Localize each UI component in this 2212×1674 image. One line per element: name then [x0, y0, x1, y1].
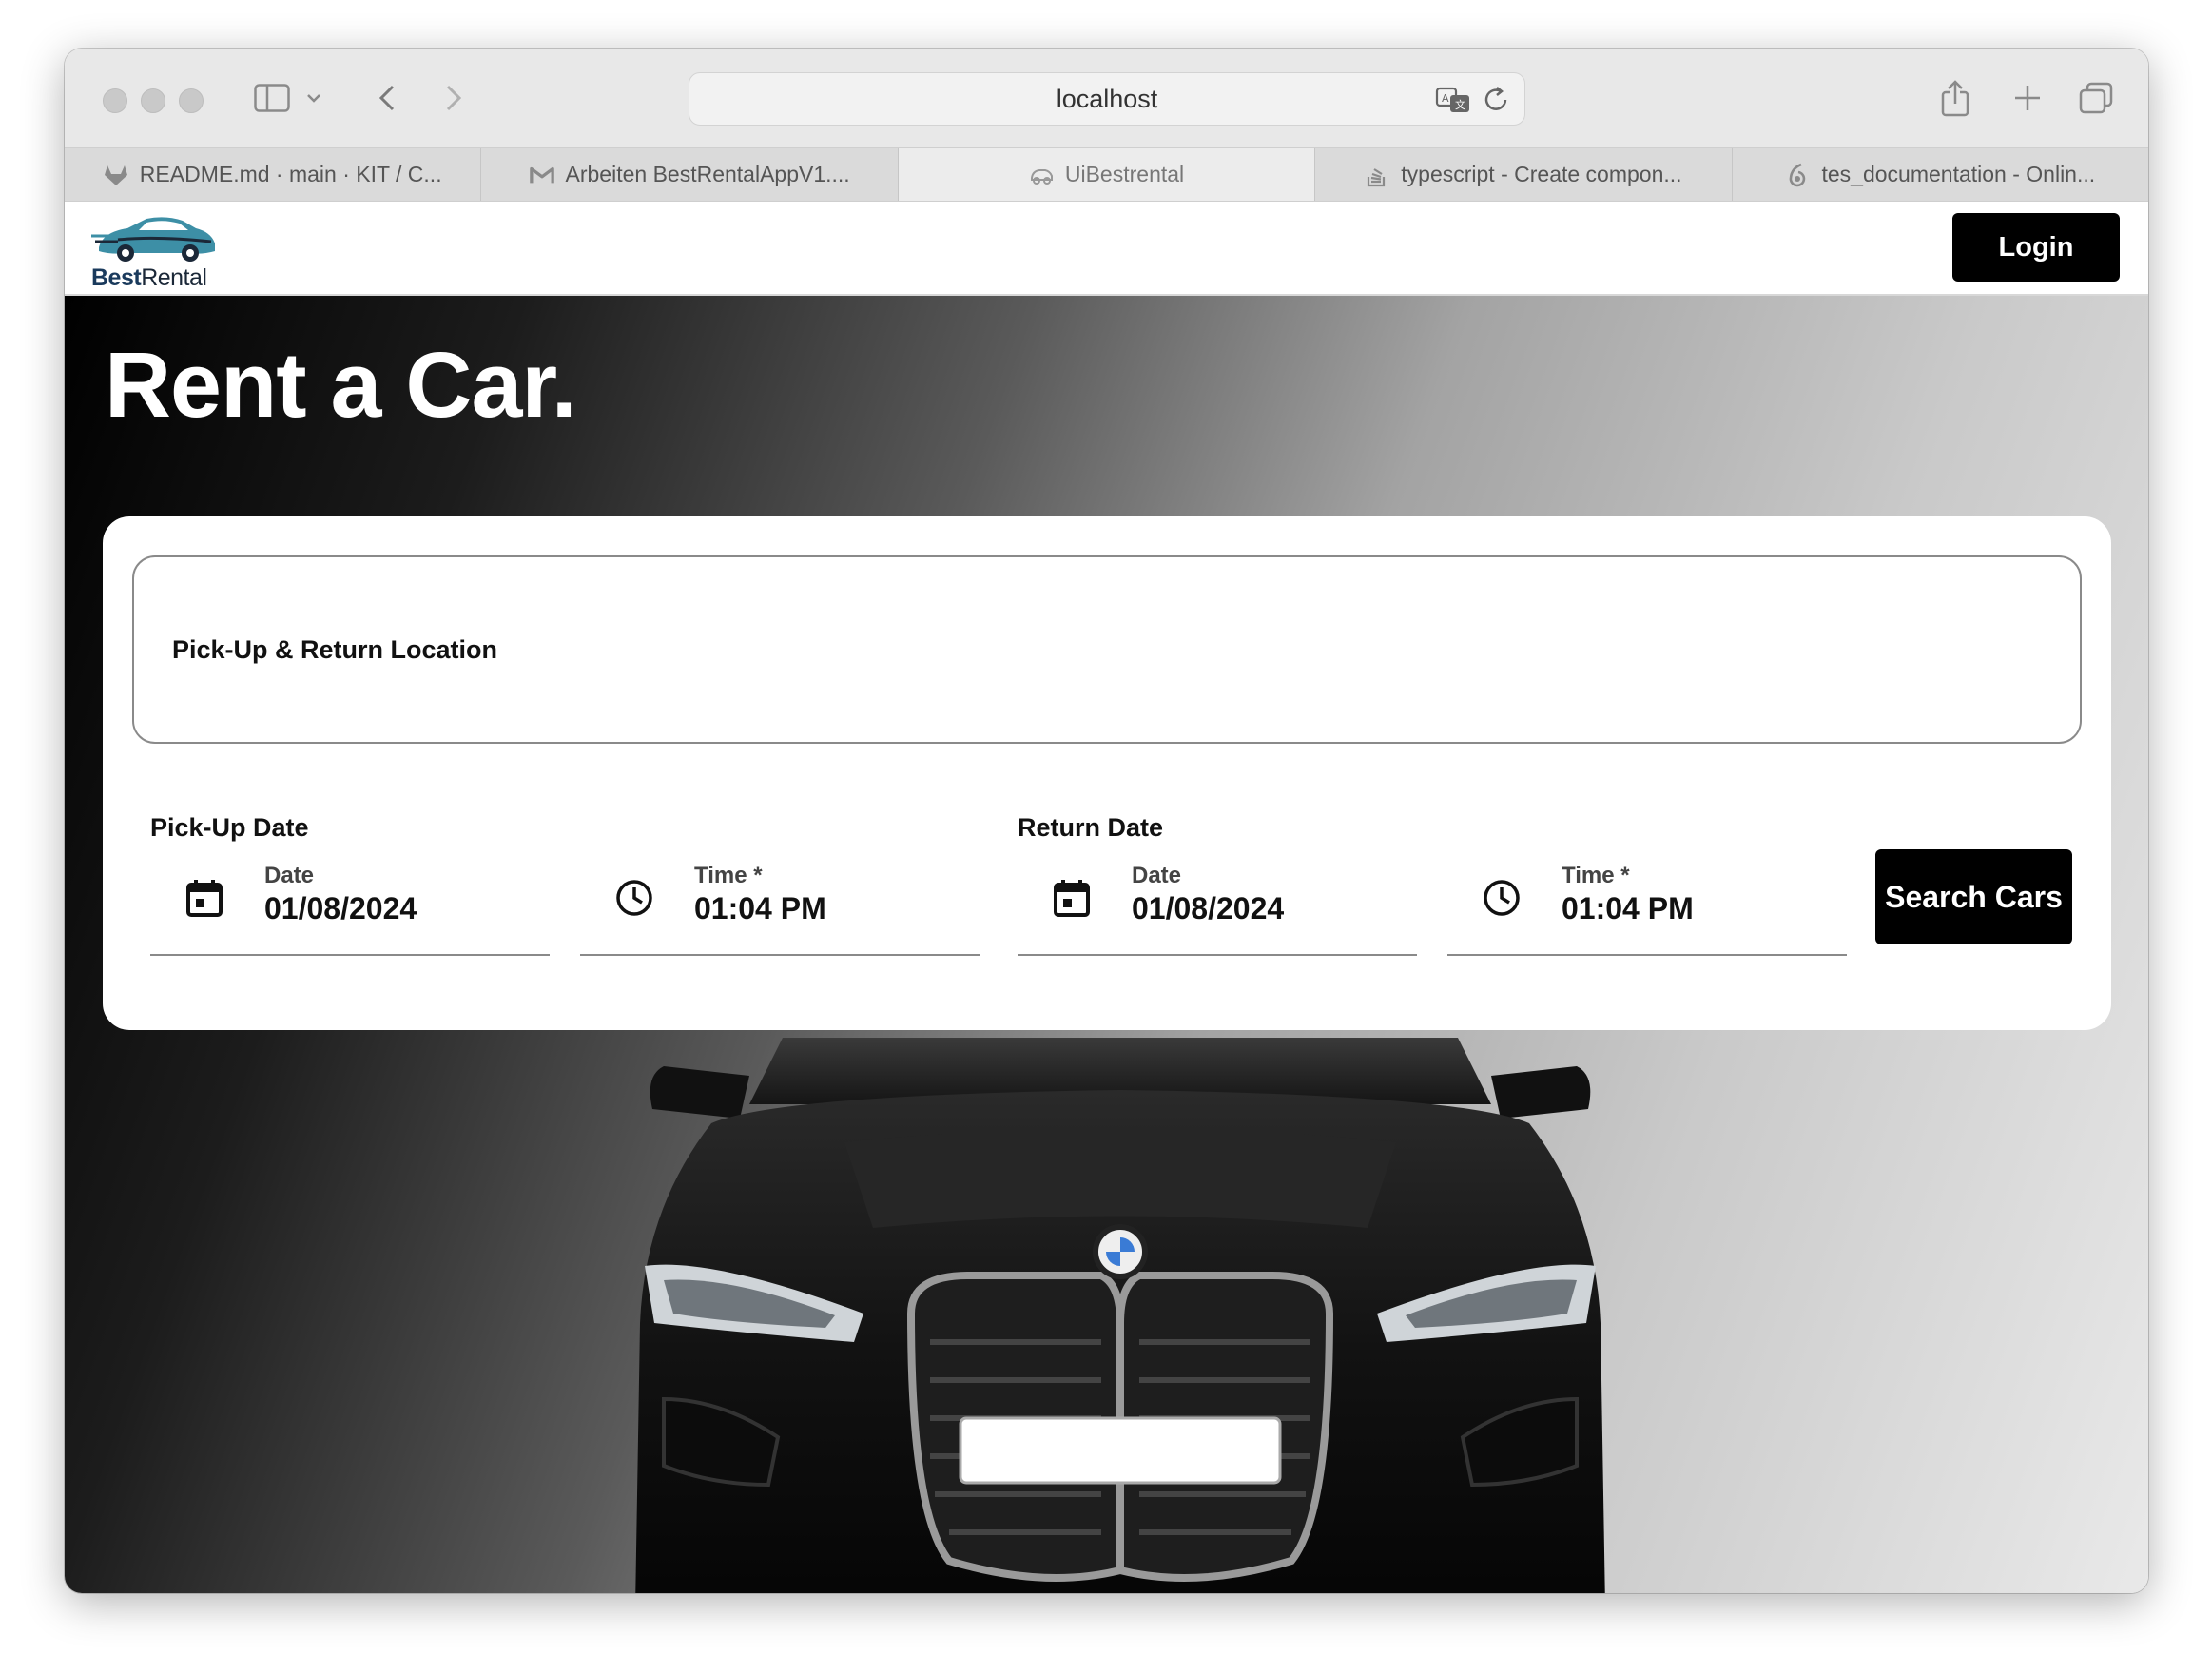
login-button[interactable]: Login	[1952, 213, 2120, 282]
gitlab-icon	[104, 163, 128, 187]
tab-label: UiBestrental	[1064, 162, 1185, 186]
minimize-window-button[interactable]	[141, 88, 165, 113]
close-window-button[interactable]	[103, 88, 127, 113]
logo-wordmark: BestRental	[91, 264, 207, 292]
search-card: Pick-Up & Return Location Pick-Up Date R…	[103, 516, 2111, 1030]
translate-icon[interactable]: A文	[1435, 85, 1473, 122]
svg-text:A: A	[1442, 92, 1449, 105]
pickup-date-field[interactable]: Date 01/08/2024	[150, 849, 550, 956]
tab-typescript[interactable]: typescript - Create compon...	[1315, 148, 1733, 201]
tab-bar: README.md · main · KIT / C... Arbeiten B…	[65, 147, 2148, 202]
app-favicon-icon	[1029, 163, 1054, 187]
tab-label: README.md · main · KIT / C...	[139, 162, 442, 186]
sidebar-toggle-icon[interactable]	[251, 75, 293, 121]
hero-title: Rent a Car.	[105, 333, 577, 437]
pickup-time-label: Time *	[694, 863, 763, 888]
tab-gmail[interactable]: Arbeiten BestRentalAppV1....	[481, 148, 899, 201]
return-time-value: 01:04 PM	[1562, 891, 1694, 925]
car-image	[635, 1038, 1605, 1593]
car-logo-icon	[91, 217, 215, 262]
reload-icon[interactable]	[1483, 85, 1511, 122]
return-date-group-label: Return Date	[1018, 813, 1164, 842]
return-time-field[interactable]: Time * 01:04 PM	[1447, 849, 1847, 956]
pickup-date-value: 01/08/2024	[264, 891, 417, 925]
pickup-date-label: Date	[264, 863, 315, 888]
pickup-return-location-input[interactable]: Pick-Up & Return Location	[132, 555, 2082, 744]
gmail-icon	[529, 163, 554, 187]
chevron-down-icon[interactable]	[302, 75, 325, 121]
address-bar[interactable]: localhost A文	[689, 72, 1525, 126]
web-page: BestRental Login Rent a Car. Pick-Up & R…	[65, 202, 2148, 1593]
search-cars-button[interactable]: Search Cars	[1875, 849, 2072, 944]
stackoverflow-icon	[1365, 163, 1389, 187]
tab-overview-icon[interactable]	[2075, 75, 2117, 121]
tab-readme[interactable]: README.md · main · KIT / C...	[65, 148, 482, 201]
forward-arrow-icon[interactable]	[439, 75, 468, 121]
tab-documentation[interactable]: tes_documentation - Onlin...	[1733, 148, 2148, 201]
tab-label: typescript - Create compon...	[1401, 162, 1682, 186]
browser-toolbar: localhost A文	[65, 49, 2148, 147]
site-navbar: BestRental Login	[65, 202, 2148, 296]
address-text: localhost	[1056, 84, 1158, 113]
zoom-window-button[interactable]	[179, 88, 204, 113]
overleaf-icon	[1785, 163, 1810, 187]
clock-icon[interactable]	[1480, 876, 1523, 920]
location-label: Pick-Up & Return Location	[172, 635, 498, 664]
return-date-value: 01/08/2024	[1132, 891, 1285, 925]
svg-text:文: 文	[1455, 98, 1465, 111]
return-time-label: Time *	[1562, 863, 1630, 888]
tab-label: Arbeiten BestRentalAppV1....	[565, 162, 850, 186]
share-icon[interactable]	[1936, 75, 1974, 121]
logo-wordmark-regular: Rental	[141, 264, 207, 291]
new-tab-plus-icon[interactable]	[2008, 75, 2047, 121]
tab-uibestrental[interactable]: UiBestrental	[898, 148, 1316, 201]
calendar-icon[interactable]	[183, 876, 226, 920]
return-date-label: Date	[1132, 863, 1182, 888]
tab-label: tes_documentation - Onlin...	[1821, 162, 2096, 186]
pickup-time-field[interactable]: Time * 01:04 PM	[580, 849, 980, 956]
return-date-field[interactable]: Date 01/08/2024	[1018, 849, 1417, 956]
calendar-icon[interactable]	[1050, 876, 1094, 920]
pickup-time-value: 01:04 PM	[694, 891, 826, 925]
browser-window: localhost A文 README.md · main · KIT / C.…	[65, 49, 2148, 1593]
clock-icon[interactable]	[612, 876, 656, 920]
hero-section: Rent a Car. Pick-Up & Return Location Pi…	[65, 296, 2148, 1593]
back-arrow-icon[interactable]	[373, 75, 401, 121]
pickup-date-group-label: Pick-Up Date	[150, 813, 309, 842]
logo-wordmark-bold: Best	[91, 264, 142, 291]
